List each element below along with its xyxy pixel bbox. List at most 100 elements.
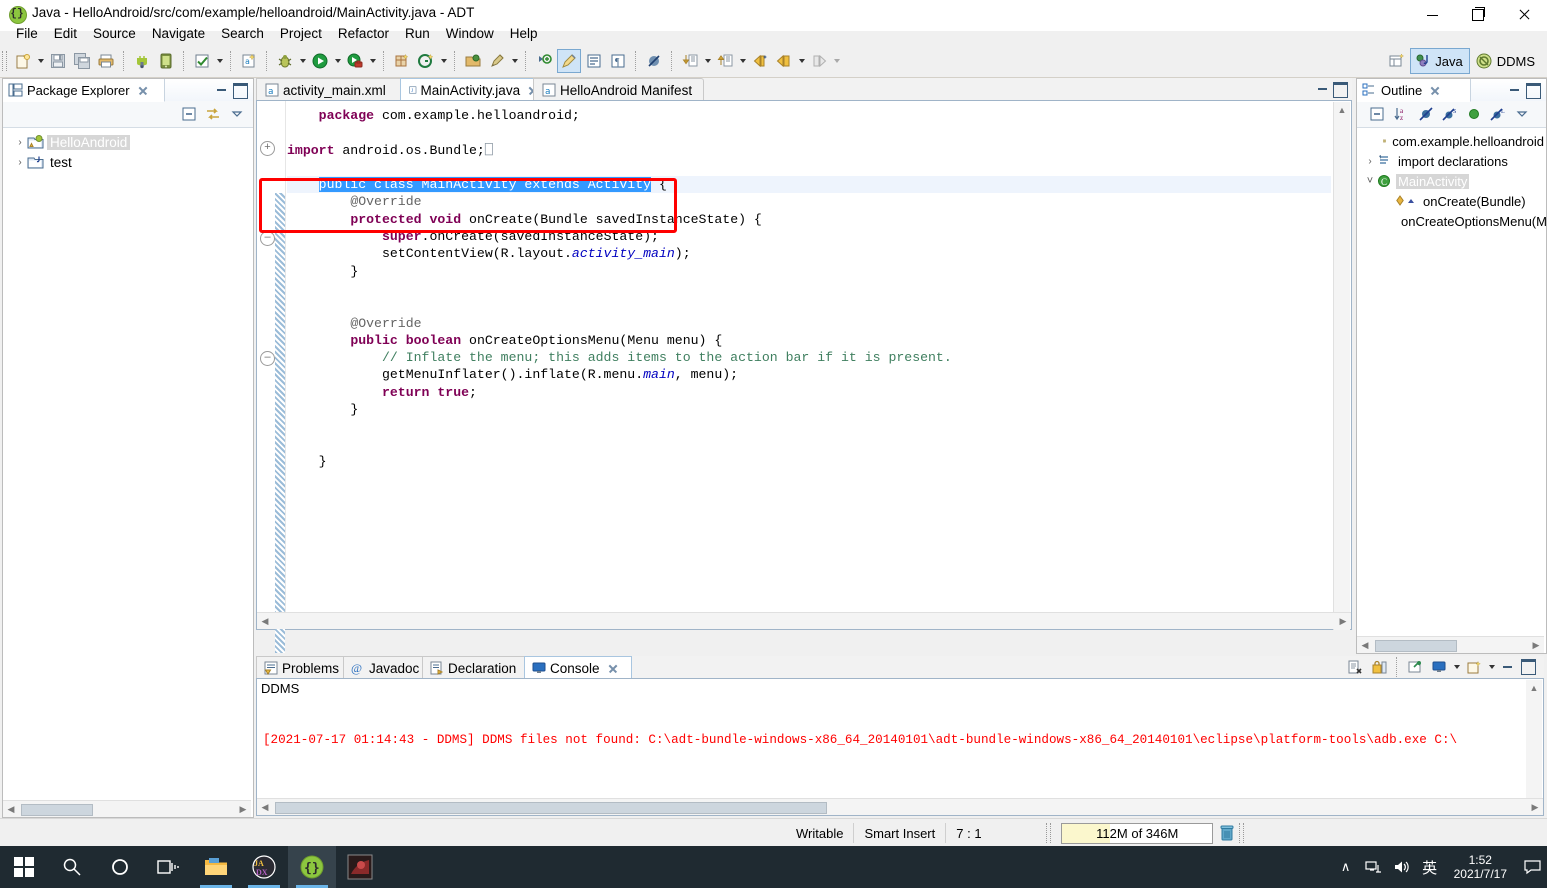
maximize-button[interactable] [1455,0,1501,30]
scroll-thumb[interactable] [275,802,827,814]
editor-vertical-scrollbar[interactable]: ▲ ▼ [1333,102,1350,630]
start-button-icon[interactable] [0,846,48,888]
menu-navigate[interactable]: Navigate [144,24,213,43]
tab-package-explorer[interactable]: Package Explorer [3,79,165,102]
open-console-dropdown-icon[interactable] [1486,656,1497,678]
maximize-view-icon[interactable] [233,83,248,99]
fold-collapse-icon[interactable]: – [260,231,275,246]
close-icon[interactable] [137,85,148,96]
expand-icon[interactable]: › [1363,156,1377,167]
scroll-right-icon[interactable]: ▶ [1335,613,1351,629]
new-android-project-icon[interactable]: a [238,50,260,72]
outline-item-imports[interactable]: › import declarations [1357,151,1546,171]
print-icon[interactable] [95,50,117,72]
fold-collapse-icon[interactable]: – [260,351,275,366]
menu-window[interactable]: Window [438,24,502,43]
scroll-thumb[interactable] [1375,640,1457,652]
view-menu-icon[interactable] [1511,104,1533,124]
android-sdk-manager-icon[interactable] [131,50,153,72]
editor-gutter[interactable]: + – – [257,101,276,629]
scroll-left-icon[interactable]: ◀ [257,613,273,629]
run-external-tools-icon[interactable] [344,50,366,72]
validate-dropdown-icon[interactable] [214,50,225,72]
maximize-view-icon[interactable] [1526,83,1541,99]
save-all-icon[interactable] [71,50,93,72]
collapse-icon[interactable]: ˅ [1363,175,1377,187]
outline-item-oncreateoptionsmenu[interactable]: onCreateOptionsMenu(Menu) [1357,211,1546,231]
outline-item-mainactivity[interactable]: ˅ C MainActivity [1357,171,1546,191]
menu-project[interactable]: Project [272,24,330,43]
console-vertical-scrollbar[interactable]: ▲ [1526,680,1542,800]
tree-item-helloandroid[interactable]: › HelloAndroid [3,132,253,152]
tree-item-test[interactable]: › test [3,152,253,172]
fold-expand-icon[interactable]: + [260,141,275,156]
scroll-right-icon[interactable]: ▶ [1528,637,1544,653]
last-edit-dropdown-icon[interactable] [737,50,748,72]
new-wizard-dropdown-icon[interactable] [35,50,46,72]
scroll-left-icon[interactable]: ◀ [1357,637,1373,653]
code-text[interactable]: package com.example.helloandroid; import… [287,101,1331,635]
perspective-java[interactable]: Java [1410,48,1470,74]
tab-outline[interactable]: Outline [1357,79,1471,102]
hide-local-types-icon[interactable]: L [1487,104,1509,124]
debug-icon[interactable] [274,50,296,72]
new-java-annotation-icon[interactable] [415,50,437,72]
scroll-lock-icon[interactable] [1368,657,1390,677]
minimize-button[interactable] [1409,0,1455,30]
media-app-icon[interactable] [336,846,384,888]
scroll-thumb[interactable] [21,804,93,816]
menu-file[interactable]: File [8,24,46,43]
volume-icon[interactable] [1388,846,1416,888]
cortana-icon[interactable] [96,846,144,888]
trash-icon[interactable] [1217,823,1237,843]
maximize-view-icon[interactable] [1521,659,1536,675]
outline-horizontal-scrollbar[interactable]: ◀ ▶ [1357,636,1544,653]
back-history-icon[interactable] [749,50,771,72]
search-icon[interactable] [48,846,96,888]
view-menu-icon[interactable] [226,104,248,124]
validate-icon[interactable] [191,50,213,72]
network-icon[interactable] [1360,846,1388,888]
back-icon[interactable] [773,50,795,72]
run-dropdown-icon[interactable] [332,50,343,72]
last-edit-location-icon[interactable] [714,50,736,72]
toolbar-grip[interactable] [2,51,7,71]
status-grip[interactable] [1046,823,1052,843]
tab-helloandroid-manifest[interactable]: a HelloAndroid Manifest [533,78,704,101]
android-virtual-device-manager-icon[interactable] [155,50,177,72]
tab-console[interactable]: Console [524,656,632,679]
tab-activity-main-xml[interactable]: a activity_main.xml [256,78,408,101]
package-explorer-hscrollbar[interactable]: ◀ ▶ [3,800,251,817]
hide-static-members-icon[interactable]: S [1439,104,1461,124]
editor-body[interactable]: + – – package com.example.helloandroid; … [256,100,1352,653]
previous-edit-location-icon[interactable] [679,50,701,72]
minimize-view-icon[interactable] [215,83,229,97]
expand-icon[interactable]: › [13,135,27,149]
ime-indicator[interactable]: 英 [1416,846,1444,888]
scroll-left-icon[interactable]: ◀ [257,799,273,815]
task-view-icon[interactable] [144,846,192,888]
scroll-left-icon[interactable]: ◀ [3,801,19,817]
menu-help[interactable]: Help [502,24,546,43]
forward-dropdown-icon[interactable] [831,50,842,72]
console-body[interactable]: DDMS [2021-07-17 01:14:43 - DDMS] DDMS f… [256,678,1544,816]
maximize-editor-icon[interactable] [1333,82,1348,98]
show-hidden-icons-icon[interactable]: ∧ [1332,846,1360,888]
scroll-right-icon[interactable]: ▶ [1527,799,1543,815]
console-horizontal-scrollbar[interactable]: ◀ ▶ [257,798,1543,815]
back-dropdown-icon[interactable] [796,50,807,72]
tab-mainactivity-java[interactable]: J MainActivity.java [400,78,542,101]
scroll-up-icon[interactable]: ▲ [1526,680,1542,696]
menu-edit[interactable]: Edit [46,24,85,43]
status-grip[interactable] [1239,823,1245,843]
menu-source[interactable]: Source [85,24,144,43]
external-tools-icon[interactable] [486,50,508,72]
close-icon[interactable] [1429,85,1440,96]
collapse-all-icon[interactable] [1367,104,1389,124]
scroll-right-icon[interactable]: ▶ [235,801,251,817]
menu-refactor[interactable]: Refactor [330,24,397,43]
eclipse-icon[interactable]: {} [288,846,336,888]
run-external-dropdown-icon[interactable] [367,50,378,72]
hide-fields-icon[interactable] [1415,104,1437,124]
close-icon[interactable] [607,663,618,674]
